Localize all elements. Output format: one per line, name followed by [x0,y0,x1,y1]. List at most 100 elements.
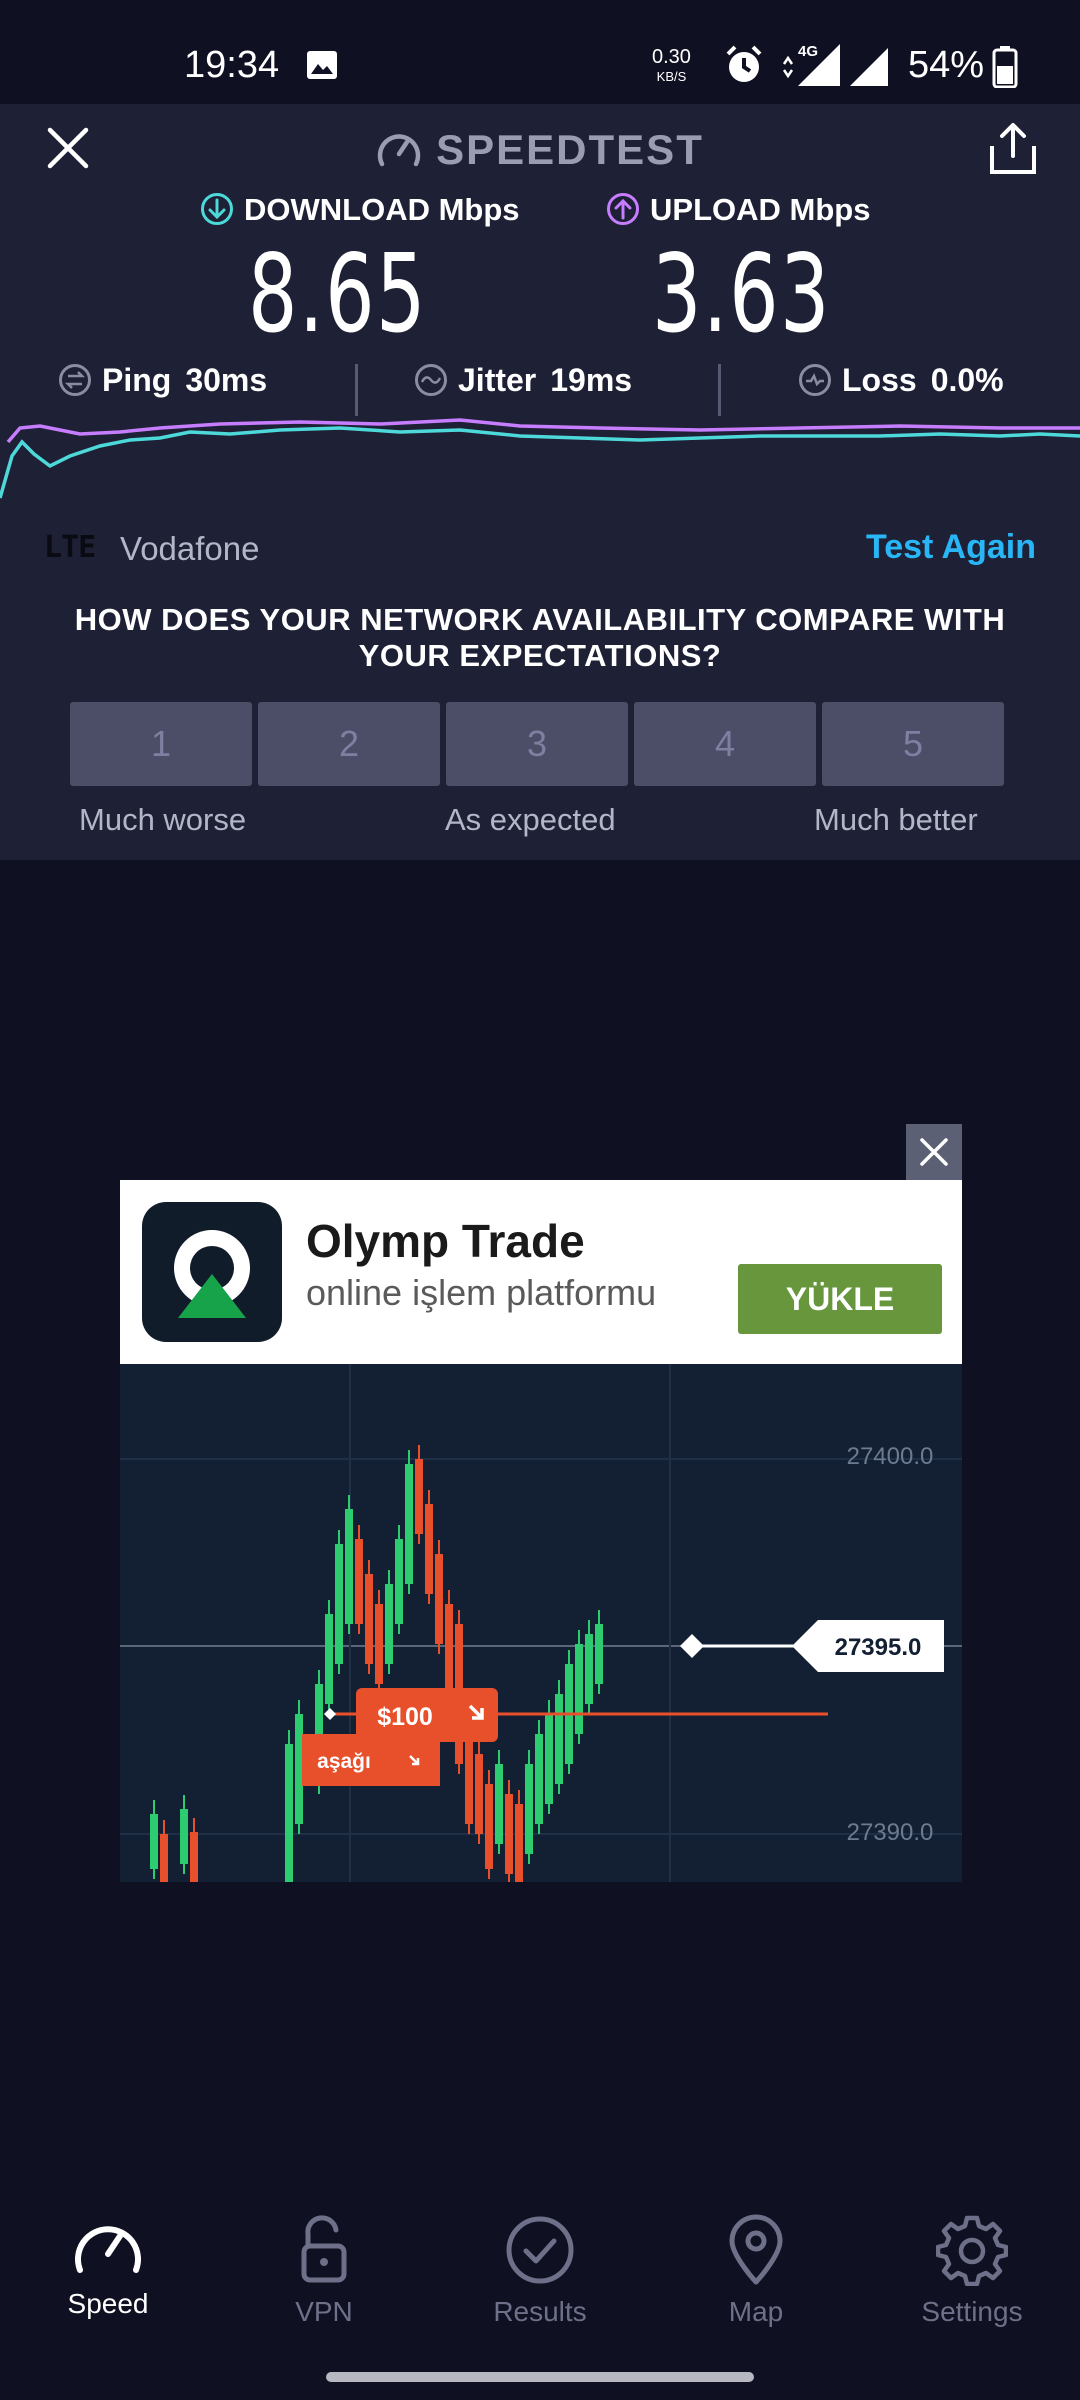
candle-body [180,1809,188,1864]
rating-button-2[interactable]: 2 [258,702,440,786]
candle-body [345,1509,353,1624]
olymp-trade-logo [142,1202,282,1342]
nav-vpn[interactable]: VPN [234,2214,414,2328]
jitter-stat: Jitter 19ms [414,362,632,399]
loss-icon [799,364,831,396]
ping-icon [59,364,91,396]
candle-body [585,1634,593,1704]
lte-signal-icon: 4G [782,43,840,86]
lock-icon [301,2215,347,2283]
rating-button-3[interactable]: 3 [446,702,628,786]
ad-banner[interactable]: Olymp Trade online işlem platformu YÜKLE… [120,1180,962,1882]
ad-title: Olymp Trade [306,1215,585,1267]
gear-icon [936,2215,1008,2286]
candle-body [160,1834,168,1882]
rating-button-1[interactable]: 1 [70,702,252,786]
upload-label: UPLOAD Mbps [606,192,870,228]
signal-icon [850,48,888,86]
price-tick-high: 27400.0 [847,1443,934,1470]
candle-body [325,1614,333,1704]
connection-type: LTE [44,530,96,565]
download-label: DOWNLOAD Mbps [200,192,520,228]
candle-body [385,1584,393,1664]
candlestick-chart: 27400.0 27390.0 27395.0 $100 aşağı [120,1364,962,1882]
speed-graph [0,418,1080,499]
loss-stat: Loss 0.0% [798,362,1004,399]
speedometer-icon [75,2226,141,2273]
candle-body [150,1814,158,1869]
candle-body [415,1459,423,1534]
candle-body [425,1504,433,1594]
candle-body [445,1604,453,1694]
app-title: SPEEDTEST [0,126,1080,174]
candles [150,1445,603,1882]
candle-body [335,1544,343,1664]
current-price-label: 27395.0 [835,1634,922,1661]
close-icon [920,1138,948,1166]
candle-body [545,1714,553,1804]
candle-body [375,1604,383,1684]
candle-body [505,1794,513,1874]
ping-stat: Ping 30ms [58,362,267,399]
entry-marker [324,1708,336,1720]
upload-arrow-icon [607,193,639,225]
home-indicator[interactable] [326,2372,754,2382]
candle-body [285,1744,293,1882]
upload-graph-line [6,418,1080,444]
nav-speed[interactable]: Speed [18,2214,198,2320]
image-notification-icon [307,51,337,79]
download-graph-line [0,426,1080,499]
ad-trading-chart: 27400.0 27390.0 27395.0 $100 aşağı [120,1364,962,1882]
download-arrow-icon [201,193,233,225]
candle-body [365,1574,373,1664]
survey-question: HOW DOES YOUR NETWORK AVAILABILITY COMPA… [74,602,1006,673]
candle-body [525,1764,533,1854]
candle-body [485,1784,493,1869]
rating-button-5[interactable]: 5 [822,702,1004,786]
candle-body [575,1644,583,1734]
battery-percent: 54% [908,44,985,86]
candle-body [555,1694,563,1784]
candle-body [595,1624,603,1684]
speedometer-logo-icon [377,134,421,167]
candle-body [190,1832,198,1882]
check-circle-icon [506,2216,574,2284]
ad-subtitle: online işlem platformu [306,1272,657,1313]
scale-low-label: Much worse [79,802,247,837]
carrier-name: Vodafone [120,530,260,567]
candle-body [405,1464,413,1584]
price-tick-low: 27390.0 [847,1819,934,1846]
alarm-icon [726,45,762,82]
candle-body [435,1554,443,1644]
candle-body [395,1539,403,1624]
share-icon[interactable] [988,122,1038,176]
nav-map[interactable]: Map [666,2214,846,2328]
map-pin-icon [729,2214,783,2285]
candle-body [515,1804,523,1882]
ad-header: Olymp Trade online işlem platformu YÜKLE [120,1180,962,1364]
ad-install-button[interactable]: YÜKLE [738,1264,942,1334]
test-again-button[interactable]: Test Again [866,528,1036,567]
candle-body [355,1539,363,1624]
status-bar: 19:34 0.30 KB/S 4G 54% [0,0,1080,104]
scale-mid-label: As expected [445,802,616,837]
candle-body [495,1764,503,1844]
candle-body [295,1714,303,1824]
jitter-icon [415,364,447,396]
candle-body [535,1734,543,1824]
ad-close-button[interactable] [906,1124,962,1180]
nav-results[interactable]: Results [450,2214,630,2328]
network-speed: 0.30 KB/S [652,46,691,84]
current-price-marker [680,1634,704,1658]
nav-settings[interactable]: Settings [882,2214,1062,2328]
status-time: 19:34 [184,44,280,86]
trade-direction: aşağı [317,1750,371,1773]
download-value: 8.65 [248,232,427,357]
candle-body [475,1754,483,1834]
battery-icon [992,46,1018,88]
rating-button-4[interactable]: 4 [634,702,816,786]
upload-value: 3.63 [652,232,831,357]
trade-amount: $100 [377,1703,433,1731]
scale-high-label: Much better [814,802,978,837]
svg-text:4G: 4G [798,43,818,60]
